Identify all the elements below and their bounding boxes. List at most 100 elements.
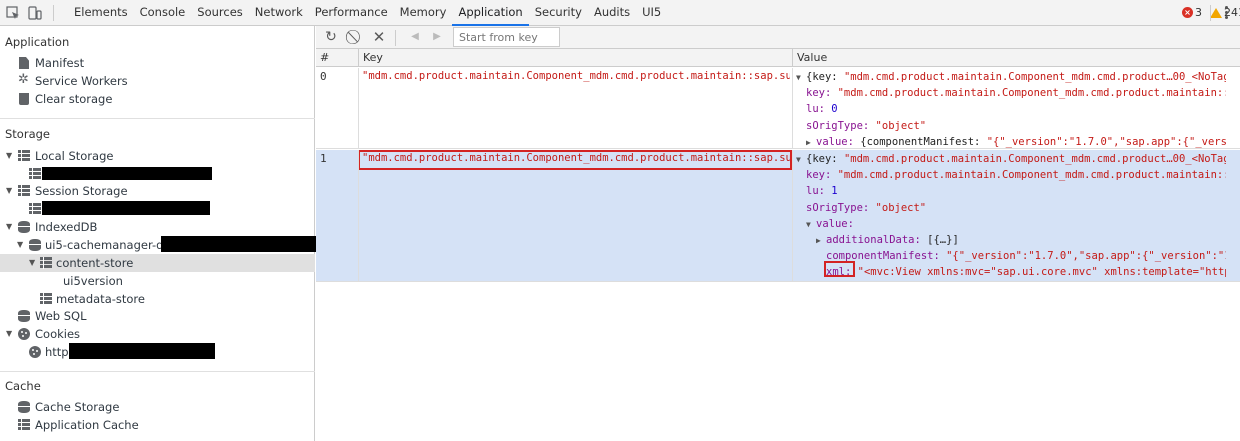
error-icon: ×: [1182, 7, 1193, 18]
value-line: lu: 0: [806, 103, 838, 116]
table-row-selected[interactable]: 1 "mdm.cmd.product.maintain.Component_md…: [316, 150, 1240, 282]
table-icon: [29, 203, 41, 215]
expand-triangle-icon[interactable]: ▼: [6, 218, 16, 236]
sidebar-item-indexeddb[interactable]: ▼ IndexedDB: [0, 218, 315, 236]
sidebar-item-application-cache[interactable]: Application Cache: [0, 416, 315, 434]
value-line[interactable]: ▶ value: {componentManifest: "{"_version"…: [796, 134, 1226, 150]
value-line[interactable]: ▼ {key: "mdm.cmd.product.maintain.Compone…: [796, 69, 1226, 85]
error-count: 3: [1195, 6, 1202, 19]
column-divider: [792, 68, 793, 149]
sidebar-item-session-storage-origin[interactable]: [0, 200, 315, 218]
value-line: key: "mdm.cmd.product.maintain.Component…: [806, 169, 1226, 182]
sidebar-item-metadata-store[interactable]: metadata-store: [0, 290, 315, 308]
inspect-element-icon[interactable]: [6, 6, 20, 20]
sidebar-item-local-storage-origin[interactable]: [0, 165, 315, 183]
more-options-icon[interactable]: [1221, 5, 1231, 21]
start-from-key-input[interactable]: [453, 27, 560, 47]
sidebar-item-session-storage[interactable]: ▼ Session Storage: [0, 182, 315, 200]
expand-triangle-icon[interactable]: ▼: [6, 325, 16, 343]
table-row[interactable]: 0 "mdm.cmd.product.maintain.Component_md…: [316, 68, 1240, 149]
database-icon: [18, 221, 30, 233]
tab-sources[interactable]: Sources: [191, 0, 249, 26]
column-header-value[interactable]: Value: [793, 49, 827, 67]
expand-triangle-icon[interactable]: ▶: [816, 233, 826, 248]
sidebar-item-content-store[interactable]: ▼ content-store: [0, 254, 315, 272]
expand-triangle-icon[interactable]: ▼: [29, 254, 39, 272]
value-line: componentManifest: "{"_version":"1.7.0",…: [826, 250, 1226, 263]
table-icon: [29, 168, 41, 180]
column-divider: [358, 68, 359, 149]
sidebar-item-label: metadata-store: [56, 292, 145, 306]
value-line[interactable]: ▼ value:: [796, 216, 1226, 232]
tab-network[interactable]: Network: [249, 0, 309, 26]
devtools-tabbar: Elements Console Sources Network Perform…: [0, 0, 1240, 26]
collapse-triangle-icon[interactable]: ▼: [796, 152, 806, 167]
sidebar-item-label: ui5-cachemanager-db -: [45, 238, 179, 252]
collapse-triangle-icon[interactable]: ▼: [806, 217, 816, 232]
expand-triangle-icon[interactable]: ▼: [17, 236, 27, 254]
sidebar-item-label: Application Cache: [35, 418, 139, 432]
tab-memory[interactable]: Memory: [394, 0, 453, 26]
expand-triangle-icon[interactable]: ▼: [6, 147, 16, 165]
sidebar-item-local-storage[interactable]: ▼ Local Storage: [0, 147, 315, 165]
file-icon: [19, 57, 29, 69]
panel-tabs: Elements Console Sources Network Perform…: [68, 0, 667, 26]
expand-triangle-icon[interactable]: ▼: [6, 182, 16, 200]
table-icon: [18, 150, 30, 162]
tab-elements[interactable]: Elements: [68, 0, 134, 26]
value-line: key: "mdm.cmd.product.maintain.Component…: [806, 87, 1226, 100]
database-icon: [29, 239, 41, 251]
tab-performance[interactable]: Performance: [309, 0, 394, 26]
gear-icon: ✲: [18, 72, 29, 87]
sidebar-item-cookie-origin[interactable]: https: [0, 343, 315, 361]
next-page-icon[interactable]: ▶: [429, 29, 445, 45]
database-icon: [18, 310, 30, 322]
redacted-origin: [69, 343, 215, 359]
section-header-cache: Cache: [5, 379, 41, 393]
redacted-origin: [42, 167, 212, 180]
column-header-number[interactable]: #: [316, 49, 329, 67]
tab-security[interactable]: Security: [529, 0, 588, 26]
row-number: 0: [320, 70, 327, 83]
row-key[interactable]: "mdm.cmd.product.maintain.Component_mdm.…: [362, 70, 790, 82]
tab-console[interactable]: Console: [134, 0, 192, 26]
cookie-icon: [29, 346, 41, 358]
console-status-badge[interactable]: × 3 241: [1182, 6, 1240, 19]
tab-ui5[interactable]: UI5: [636, 0, 667, 26]
sidebar-item-label: Web SQL: [35, 309, 87, 323]
sidebar-item-ui5version[interactable]: ui5version: [0, 272, 315, 290]
database-icon: [18, 401, 30, 413]
clear-object-store-icon[interactable]: ⃠: [348, 29, 364, 45]
device-toolbar-icon[interactable]: [28, 6, 42, 20]
expand-triangle-icon[interactable]: ▶: [806, 135, 816, 150]
table-icon: [40, 257, 52, 269]
sidebar-item-label: Manifest: [35, 56, 85, 70]
column-header-key[interactable]: Key: [359, 49, 383, 67]
sidebar-item-web-sql[interactable]: Web SQL: [0, 307, 315, 325]
section-divider: [0, 371, 315, 372]
column-divider: [358, 150, 359, 282]
application-sidebar: Application Manifest ✲ Service Workers C…: [0, 26, 318, 441]
row-value[interactable]: ▼ {key: "mdm.cmd.product.maintain.Compone…: [796, 69, 1226, 150]
tab-application[interactable]: Application: [452, 0, 529, 26]
section-header-storage: Storage: [5, 127, 50, 141]
sidebar-item-service-workers[interactable]: ✲ Service Workers: [0, 72, 315, 90]
value-line[interactable]: ▶ additionalData: [{…}]: [796, 232, 1226, 248]
sidebar-item-label: Service Workers: [35, 74, 128, 88]
sidebar-item-manifest[interactable]: Manifest: [0, 54, 315, 72]
row-value[interactable]: ▼ {key: "mdm.cmd.product.maintain.Compone…: [796, 151, 1226, 281]
delete-selected-icon[interactable]: ✕: [371, 29, 387, 45]
tab-audits[interactable]: Audits: [588, 0, 636, 26]
column-divider: [792, 150, 793, 282]
refresh-icon[interactable]: ↻: [323, 29, 339, 45]
sidebar-item-cachemanager-db[interactable]: ▼ ui5-cachemanager-db -: [0, 236, 318, 254]
sidebar-item-clear-storage[interactable]: Clear storage: [0, 90, 315, 108]
trash-icon: [19, 93, 29, 105]
value-line: sOrigType: "object": [806, 119, 927, 132]
sidebar-item-cookies[interactable]: ▼ Cookies: [0, 325, 315, 343]
collapse-triangle-icon[interactable]: ▼: [796, 70, 806, 85]
sidebar-item-label: IndexedDB: [35, 220, 98, 234]
value-line[interactable]: ▼ {key: "mdm.cmd.product.maintain.Compone…: [796, 151, 1226, 167]
sidebar-item-cache-storage[interactable]: Cache Storage: [0, 398, 315, 416]
previous-page-icon[interactable]: ◀: [407, 29, 423, 45]
